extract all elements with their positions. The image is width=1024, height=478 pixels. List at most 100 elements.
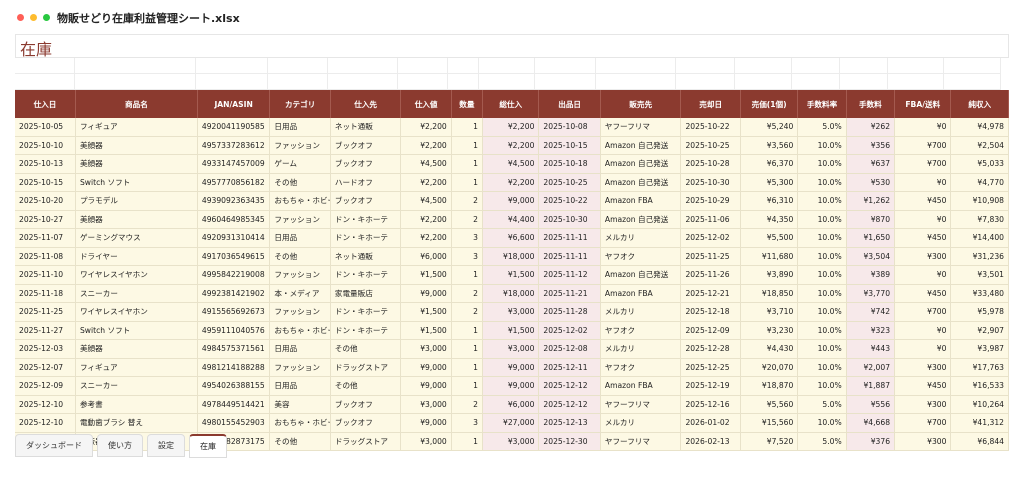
table-cell[interactable]: ¥556 (846, 395, 896, 414)
empty-cell[interactable] (398, 74, 448, 90)
table-cell[interactable]: 本・メディア (269, 284, 331, 303)
table-cell[interactable]: ¥1,650 (846, 228, 896, 248)
table-cell[interactable]: ¥2,907 (950, 321, 1009, 340)
table-cell[interactable]: ¥3,000 (482, 339, 540, 359)
sheet-tab[interactable]: 設定 (147, 434, 185, 457)
table-cell[interactable]: ブックオフ (330, 154, 402, 174)
table-cell[interactable]: 2025-10-10 (15, 136, 76, 155)
table-cell[interactable]: ¥0 (894, 210, 952, 229)
table-cell[interactable]: 日用品 (269, 118, 331, 137)
table-cell[interactable]: その他 (269, 173, 331, 192)
table-cell[interactable]: メルカリ (600, 339, 682, 359)
table-cell[interactable]: 家電量販店 (330, 284, 402, 303)
table-cell[interactable]: ドライヤー (75, 247, 198, 266)
table-cell[interactable]: 4984575371561 (197, 339, 271, 359)
table-cell[interactable]: 10.0% (797, 413, 847, 433)
table-cell[interactable]: ¥11,680 (740, 247, 799, 266)
table-cell[interactable]: ¥1,262 (846, 191, 896, 211)
table-cell[interactable]: 10.0% (797, 302, 847, 322)
table-cell[interactable]: 2025-11-12 (538, 265, 601, 285)
table-cell[interactable]: ゲーミングマウス (75, 228, 198, 248)
table-cell[interactable]: ¥700 (894, 302, 952, 322)
table-cell[interactable]: 美顔器 (75, 210, 198, 229)
table-cell[interactable]: ¥9,000 (400, 358, 452, 377)
table-cell[interactable]: ¥262 (846, 118, 896, 137)
table-cell[interactable]: ¥9,000 (400, 413, 452, 433)
table-cell[interactable]: ワイヤレスイヤホン (75, 302, 198, 322)
table-cell[interactable]: ¥3,000 (400, 339, 452, 359)
table-cell[interactable]: 3 (451, 413, 484, 433)
table-cell[interactable]: Amazon 自己発送 (600, 136, 682, 155)
table-cell[interactable]: おもちゃ・ホビー (269, 321, 331, 340)
empty-cell[interactable] (944, 74, 1001, 90)
table-cell[interactable]: 2025-11-18 (15, 284, 76, 303)
table-cell[interactable]: ¥2,200 (400, 118, 452, 137)
table-cell[interactable]: ¥15,560 (740, 413, 799, 433)
table-cell[interactable]: ファッション (269, 302, 331, 322)
table-cell[interactable]: 2025-12-02 (538, 321, 601, 340)
table-cell[interactable]: ¥1,500 (400, 321, 452, 340)
table-cell[interactable]: 2025-10-25 (680, 136, 741, 155)
table-cell[interactable]: ¥18,870 (740, 376, 799, 396)
table-cell[interactable]: 2025-11-10 (15, 265, 76, 285)
table-cell[interactable]: ヤフーフリマ (600, 432, 682, 451)
table-cell[interactable]: 2025-12-09 (680, 321, 741, 340)
table-cell[interactable]: ¥10,264 (950, 395, 1009, 414)
table-cell[interactable]: 2025-12-28 (680, 339, 741, 359)
table-cell[interactable]: 2025-10-27 (15, 210, 76, 229)
table-cell[interactable]: ブックオフ (330, 136, 402, 155)
empty-cell[interactable] (676, 58, 735, 74)
table-cell[interactable]: 1 (451, 376, 484, 396)
table-cell[interactable]: ¥0 (894, 339, 952, 359)
table-cell[interactable]: ¥2,200 (482, 173, 540, 192)
table-cell[interactable]: 4957770856182 (197, 173, 271, 192)
table-cell[interactable]: 2026-01-02 (680, 413, 741, 433)
table-cell[interactable]: ¥4,500 (400, 191, 452, 211)
empty-cell[interactable] (840, 58, 888, 74)
table-cell[interactable]: 2025-10-20 (15, 191, 76, 211)
table-cell[interactable]: ¥1,500 (400, 265, 452, 285)
table-cell[interactable]: ¥9,000 (482, 191, 540, 211)
table-cell[interactable]: 1 (451, 265, 484, 285)
table-cell[interactable]: ¥0 (894, 118, 952, 137)
table-cell[interactable]: ¥4,500 (400, 154, 452, 174)
empty-cell[interactable] (676, 74, 735, 90)
table-cell[interactable]: ¥1,500 (482, 265, 540, 285)
table-cell[interactable]: 2025-11-25 (680, 247, 741, 266)
empty-cell[interactable] (535, 74, 596, 90)
table-cell[interactable]: ¥6,310 (740, 191, 799, 211)
table-cell[interactable]: ¥20,070 (740, 358, 799, 377)
table-cell[interactable]: ¥389 (846, 265, 896, 285)
table-cell[interactable]: 2025-11-08 (15, 247, 76, 266)
table-cell[interactable]: ¥4,668 (846, 413, 896, 433)
table-cell[interactable]: ¥3,890 (740, 265, 799, 285)
empty-cell[interactable] (268, 74, 328, 90)
table-cell[interactable]: 4939092363435 (197, 191, 271, 211)
table-cell[interactable]: ヤフオク (600, 247, 682, 266)
table-cell[interactable]: ブックオフ (330, 395, 402, 414)
table-cell[interactable]: ドン・キホーテ (330, 265, 402, 285)
table-cell[interactable]: Switch ソフト (75, 173, 198, 192)
table-cell[interactable]: 2025-12-11 (538, 358, 601, 377)
empty-cell[interactable] (596, 58, 676, 74)
table-cell[interactable]: ¥700 (894, 136, 952, 155)
table-cell[interactable]: ¥3,230 (740, 321, 799, 340)
table-cell[interactable]: ¥700 (894, 413, 952, 433)
table-cell[interactable]: 2 (451, 302, 484, 322)
table-cell[interactable]: ¥450 (894, 228, 952, 248)
column-header[interactable]: 手数料率 (797, 90, 847, 118)
table-cell[interactable]: フィギュア (75, 358, 198, 377)
table-cell[interactable]: 4995842219008 (197, 265, 271, 285)
table-cell[interactable]: 1 (451, 154, 484, 174)
empty-cell[interactable] (479, 58, 535, 74)
table-cell[interactable]: ¥443 (846, 339, 896, 359)
table-cell[interactable]: 1 (451, 358, 484, 377)
table-cell[interactable]: 1 (451, 321, 484, 340)
table-cell[interactable]: 4915565692673 (197, 302, 271, 322)
table-cell[interactable]: 2025-10-30 (538, 210, 601, 229)
column-header[interactable]: FBA/送料 (894, 90, 952, 118)
minimize-window-icon[interactable] (30, 14, 37, 21)
table-cell[interactable]: 2025-10-05 (15, 118, 76, 137)
table-cell[interactable]: 4978449514421 (197, 395, 271, 414)
table-cell[interactable]: おもちゃ・ホビー (269, 413, 331, 433)
